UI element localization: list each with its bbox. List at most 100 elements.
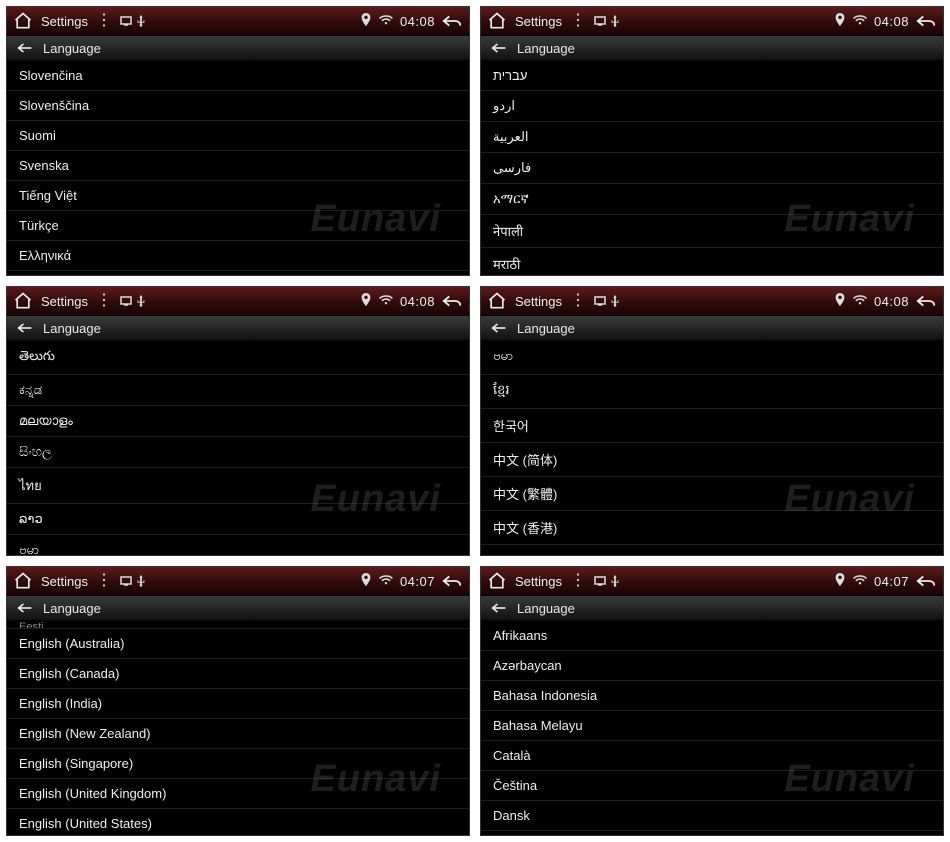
wifi-icon <box>852 574 868 589</box>
back-arrow-icon[interactable] <box>491 601 507 615</box>
overflow-menu-icon[interactable]: ⋮ <box>96 573 112 589</box>
home-icon[interactable] <box>487 571 507 591</box>
list-item[interactable]: العربية <box>481 122 943 153</box>
back-icon[interactable] <box>441 12 463 30</box>
list-item[interactable]: ဗမာ <box>7 535 469 555</box>
list-item[interactable]: فارسی <box>481 153 943 184</box>
language-list[interactable]: עבריתاردوالعربيةفارسیአማርኛनेपालीमराठी <box>481 61 943 275</box>
subheader: Language <box>481 315 943 341</box>
list-item[interactable]: Čeština <box>481 771 943 801</box>
home-icon[interactable] <box>487 291 507 311</box>
list-item[interactable]: English (Australia) <box>7 629 469 659</box>
status-indicators <box>594 15 620 27</box>
list-item[interactable]: اردو <box>481 91 943 122</box>
language-list[interactable]: ဗမာខ្មែរ한국어中文 (简体)中文 (繁體)中文 (香港)日本語 <box>481 341 943 555</box>
list-item[interactable]: English (India) <box>7 689 469 719</box>
location-icon <box>834 13 846 30</box>
overflow-menu-icon[interactable]: ⋮ <box>570 13 586 29</box>
list-item[interactable]: 한국어 <box>481 409 943 443</box>
overflow-menu-icon[interactable]: ⋮ <box>570 573 586 589</box>
home-icon[interactable] <box>487 11 507 31</box>
list-item[interactable]: मराठी <box>481 248 943 275</box>
settings-panel: Settings ⋮ 04:08 Language తెలుగుಕನ್ನಡമലയാളംස… <box>6 286 470 556</box>
subheader-title: Language <box>43 41 101 56</box>
back-icon[interactable] <box>915 292 937 310</box>
settings-panel: Settings⋮04:08Languageעבריתاردوالعربيةفا… <box>480 6 944 276</box>
language-list[interactable]: SlovenčinaSlovenščinaSuomiSvenskaTiếng V… <box>7 61 469 275</box>
app-title: Settings <box>515 294 562 309</box>
list-item[interactable]: English (United Kingdom) <box>7 779 469 809</box>
subheader-title: Language <box>517 41 575 56</box>
list-item[interactable]: 中文 (繁體) <box>481 477 943 511</box>
status-bar: Settings⋮04:08 <box>481 287 943 315</box>
status-bar: Settings⋮04:07 <box>7 567 469 595</box>
list-item[interactable]: ဗမာ <box>481 341 943 375</box>
back-icon[interactable] <box>915 12 937 30</box>
list-item[interactable]: 日本語 <box>481 545 943 555</box>
list-item[interactable]: Tiếng Việt <box>7 181 469 211</box>
overflow-menu-icon[interactable]: ⋮ <box>570 293 586 309</box>
back-icon[interactable] <box>915 572 937 590</box>
list-item[interactable]: English (Canada) <box>7 659 469 689</box>
list-item[interactable]: ខ្មែរ <box>481 375 943 409</box>
list-item[interactable]: Afrikaans <box>481 621 943 651</box>
overflow-menu-icon[interactable]: ⋮ <box>96 13 112 29</box>
language-list[interactable]: EestiEnglish (Australia)English (Canada)… <box>7 621 469 835</box>
home-icon[interactable] <box>13 11 33 31</box>
overflow-menu-icon[interactable]: ⋮ <box>96 293 112 309</box>
clock: 04:08 <box>400 14 435 29</box>
list-item[interactable]: සිංහල <box>7 437 469 468</box>
list-item[interactable]: English (Singapore) <box>7 749 469 779</box>
list-item[interactable]: 中文 (香港) <box>481 511 943 545</box>
list-item[interactable]: Dansk <box>481 801 943 831</box>
list-item[interactable]: नेपाली <box>481 215 943 248</box>
location-icon <box>360 293 372 310</box>
subheader: Language <box>481 35 943 61</box>
home-icon[interactable] <box>13 291 33 311</box>
home-icon[interactable] <box>13 571 33 591</box>
back-arrow-icon[interactable] <box>491 41 507 55</box>
list-item[interactable]: English (United States) <box>7 809 469 835</box>
list-item[interactable]: Suomi <box>7 121 469 151</box>
wifi-icon <box>378 294 394 309</box>
list-item[interactable]: Slovenščina <box>7 91 469 121</box>
list-item[interactable]: తెలుగు <box>7 341 469 375</box>
list-item[interactable]: Azərbaycan <box>481 651 943 681</box>
status-indicators <box>594 295 620 307</box>
language-list[interactable]: AfrikaansAzərbaycanBahasa IndonesiaBahas… <box>481 621 943 835</box>
list-item[interactable]: አማርኛ <box>481 184 943 215</box>
list-item[interactable]: മലയാളം <box>7 406 469 437</box>
clock: 04:08 <box>400 294 435 309</box>
wifi-icon <box>852 294 868 309</box>
list-item[interactable]: Ελληνικά <box>7 241 469 271</box>
language-list[interactable]: తెలుగుಕನ್ನಡമലയാളംසිංහලไทยລາວဗမာ <box>7 341 469 555</box>
list-item[interactable]: 中文 (简体) <box>481 443 943 477</box>
back-arrow-icon[interactable] <box>17 321 33 335</box>
back-arrow-icon[interactable] <box>17 601 33 615</box>
status-indicators <box>120 295 146 307</box>
subheader: Language <box>7 315 469 341</box>
list-item[interactable]: Slovenčina <box>7 61 469 91</box>
back-arrow-icon[interactable] <box>491 321 507 335</box>
settings-panel: Settings⋮04:08LanguageSlovenčinaSlovenšč… <box>6 6 470 276</box>
app-title: Settings <box>41 574 88 589</box>
status-bar: Settings ⋮ 04:08 <box>7 287 469 315</box>
list-item[interactable]: Eesti <box>7 621 469 629</box>
back-icon[interactable] <box>441 292 463 310</box>
list-item[interactable]: Türkçe <box>7 211 469 241</box>
list-item[interactable]: עברית <box>481 61 943 91</box>
list-item[interactable]: ಕನ್ನಡ <box>7 375 469 406</box>
list-item[interactable]: ไทย <box>7 468 469 504</box>
list-item[interactable]: Bahasa Indonesia <box>481 681 943 711</box>
list-item[interactable]: Català <box>481 741 943 771</box>
app-title: Settings <box>41 294 88 309</box>
list-item[interactable]: English (New Zealand) <box>7 719 469 749</box>
list-item[interactable]: Svenska <box>7 151 469 181</box>
subheader: Language <box>7 595 469 621</box>
settings-panel: Settings⋮04:07LanguageAfrikaansAzərbayca… <box>480 566 944 836</box>
list-item[interactable]: ລາວ <box>7 504 469 535</box>
back-icon[interactable] <box>441 572 463 590</box>
back-arrow-icon[interactable] <box>17 41 33 55</box>
list-item[interactable]: Bahasa Melayu <box>481 711 943 741</box>
subheader-title: Language <box>43 321 101 336</box>
